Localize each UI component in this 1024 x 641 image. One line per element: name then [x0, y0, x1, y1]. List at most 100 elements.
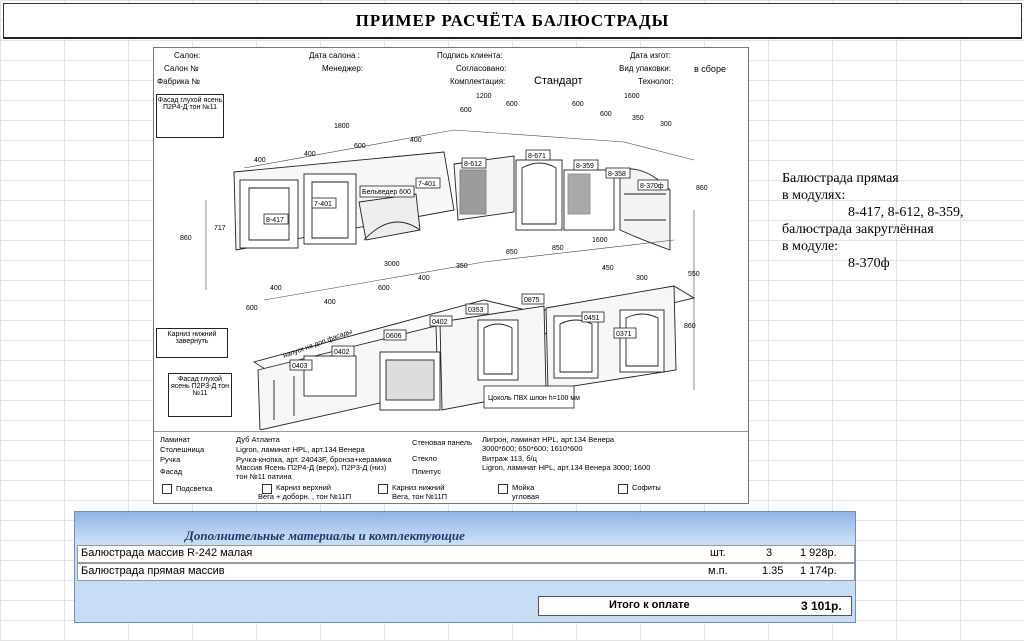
dim-400-e: 400 [324, 299, 336, 306]
dim-400-c: 400 [410, 137, 422, 144]
note-line-2: в модулях: [782, 188, 846, 203]
note-line-1: Балюстрада прямая [782, 171, 899, 186]
tag-7-401-b: 7-401 [418, 181, 436, 188]
dim-1800: 1800 [334, 123, 350, 130]
page-title: ПРИМЕР РАСЧЁТА БАЛЮСТРАДЫ [3, 3, 1022, 39]
kit-value: Стандарт [534, 75, 583, 87]
pack-type-label: Вид упаковки: [619, 64, 671, 73]
handle-label: Ручка [160, 455, 181, 464]
dim-400-d: 400 [418, 275, 430, 282]
materials-row[interactable]: Балюстрада прямая массив м.п. 1.35 1 174… [77, 563, 855, 581]
dim-1600: 1600 [624, 93, 640, 100]
tag-0451: 0451 [584, 315, 600, 322]
technologist-label: Технолог: [638, 77, 674, 86]
row-qty: 3 [766, 547, 773, 559]
glass-value: Витраж 113, б/ц [482, 454, 537, 463]
sink-checkbox[interactable] [498, 484, 508, 494]
low-cornice-checkbox[interactable] [378, 484, 388, 494]
facade-top-callout: Фасад глухой ясень П2Р4-Д тон №11 [156, 94, 224, 138]
laminate-label: Ламинат [160, 435, 191, 444]
tag-8-612: 8-612 [464, 161, 482, 168]
materials-panel: Дополнительные материалы и комплектующие… [74, 511, 856, 623]
dim-850-a: 850 [506, 249, 518, 256]
dim-600-d: 600 [572, 101, 584, 108]
total-value: 3 101р. [801, 599, 842, 613]
low-cornice-sub: Вега, тон №11П [392, 492, 448, 501]
dim-600-e: 600 [600, 111, 612, 118]
plinth-callout: Цоколь ПВХ шпон h=100 мм [488, 395, 580, 402]
total-label: Итого к оплате [609, 599, 690, 611]
note-line-4: балюстрада закруглённая [782, 222, 934, 237]
row-name: Балюстрада массив R-242 малая [81, 547, 253, 559]
sink-sub: угловая [512, 492, 540, 501]
tag-0402-b: 0402 [334, 349, 350, 356]
tag-0402-a: 0402 [432, 319, 448, 326]
top-label: Столешница [160, 445, 205, 454]
dim-400-f: 400 [270, 285, 282, 292]
hood-callout: Бельведер 600 [362, 189, 411, 196]
row-price: 1 928р. [800, 547, 837, 559]
facade-value: Массив Ясень П2Р4-Д (верх), П2Р3-Д (низ) [236, 463, 387, 472]
cornice-low-callout: Карниз нижний завернуть [156, 328, 228, 358]
note-line-3: 8-417, 8-612, 8-359, [848, 205, 964, 220]
facade-value-2: тон №11 патина [236, 472, 292, 481]
page-title-text: ПРИМЕР РАСЧЁТА БАЛЮСТРАДЫ [355, 10, 670, 30]
kit-label: Комплектация: [450, 77, 506, 86]
sheet-header: Салон: Салон № Фабрика № Дата салона : М… [154, 48, 748, 90]
kitchen-drawing: 1800 400 400 600 400 1200 600 600 600 60… [180, 93, 708, 430]
spec-table: Ламинат Дуб Атланта Столешница Ligron, л… [154, 431, 748, 504]
salon-no-label: Салон № [164, 64, 199, 73]
laminate-value: Дуб Атланта [236, 435, 280, 444]
manager-label: Менеджер: [322, 64, 364, 73]
row-unit: шт. [710, 547, 726, 559]
dim-350-b: 350 [456, 263, 468, 270]
salon-date-label: Дата салона : [309, 51, 360, 60]
row-price: 1 174р. [800, 565, 837, 577]
dim-850-b: 850 [552, 245, 564, 252]
dim-860-b: 860 [696, 185, 708, 192]
plinth-value: Ligron, ламинат HPL, арт.134 Венера 3000… [482, 463, 651, 472]
row-unit: м.п. [708, 565, 728, 577]
spotlights-checkbox[interactable] [618, 484, 628, 494]
dim-300: 300 [660, 121, 672, 128]
order-sheet: Салон: Салон № Фабрика № Дата салона : М… [153, 47, 749, 504]
lighting-checkbox[interactable] [162, 484, 172, 494]
client-sign-label: Подпись клиента: [437, 51, 503, 60]
low-cornice-label: Карниз нижний [392, 483, 445, 492]
materials-title: Дополнительные материалы и комплектующие [185, 528, 465, 543]
materials-row[interactable]: Балюстрада массив R-242 малая шт. 3 1 92… [77, 545, 855, 563]
tag-8-671: 8-671 [528, 153, 546, 160]
tag-8-358: 8-358 [608, 171, 626, 178]
note-line-6: 8-370ф [848, 256, 890, 271]
make-date-label: Дата изгот: [630, 51, 671, 60]
dim-550: 550 [688, 271, 700, 278]
dim-350: 350 [632, 115, 644, 122]
dim-600-c: 600 [506, 101, 518, 108]
dim-400-b: 400 [304, 151, 316, 158]
tag-0353: 0353 [468, 307, 484, 314]
lighting-label: Подсветка [176, 484, 213, 493]
sink-label: Мойка [512, 483, 535, 492]
dim-1200: 1200 [476, 93, 492, 100]
dim-860-a: 860 [180, 235, 192, 242]
spotlights-label: Софиты [632, 483, 661, 492]
tag-0606: 0606 [386, 333, 402, 340]
tag-8-370f: 8-370ф [640, 183, 664, 190]
row-qty: 1.35 [762, 565, 784, 577]
top-cornice-label: Карниз верхний [276, 483, 331, 492]
dim-300-b: 300 [636, 275, 648, 282]
top-value: Ligron, ламинат HPL, арт.134 Венера [236, 445, 365, 454]
dim-1600-b: 1600 [592, 237, 608, 244]
tag-7-401-a: 7-401 [314, 201, 332, 208]
tag-8-417: 8-417 [266, 217, 284, 224]
hood [358, 193, 421, 241]
facade-label: Фасад [160, 467, 183, 476]
dim-860-c: 860 [684, 323, 696, 330]
wall-value-2: 3000*600; 650*600; 1610*600 [482, 444, 583, 453]
dim-600-g: 600 [246, 305, 258, 312]
pack-value: в сборе [694, 64, 726, 74]
balustrade-note: Балюстрада прямая в модулях: 8-417, 8-61… [782, 170, 1002, 272]
dim-450: 450 [602, 265, 614, 272]
note-line-5: в модуле: [782, 239, 839, 254]
dim-600-a: 600 [354, 143, 366, 150]
